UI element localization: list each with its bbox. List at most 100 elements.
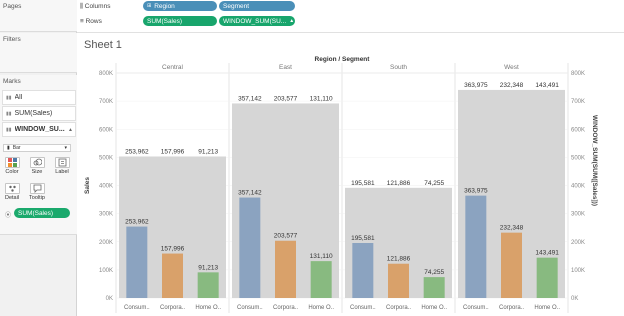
plus-icon: ⊞ xyxy=(147,3,152,9)
y-tick-left: 400K xyxy=(99,184,113,190)
size-tile[interactable]: Size xyxy=(26,157,48,177)
x-tick-label: Consum.. xyxy=(350,305,376,311)
marks-row-label: WINDOW_SU... xyxy=(14,126,65,133)
color-tile[interactable]: Color xyxy=(1,157,23,177)
mark-type-label: Bar xyxy=(12,145,21,151)
sales-data-label: 195,581 xyxy=(351,235,375,242)
pill-label: Segment xyxy=(223,2,250,10)
detail-icon xyxy=(4,183,20,194)
sales-data-label: 253,962 xyxy=(125,219,149,226)
sales-bar xyxy=(388,263,409,298)
color-encoding-icon: ⦿ xyxy=(5,213,12,219)
filters-card[interactable]: Filters xyxy=(0,33,77,73)
size-icon xyxy=(29,157,45,168)
window-sum-label: 253,962 xyxy=(125,148,149,155)
filters-card-title: Filters xyxy=(3,36,21,43)
y-tick-left: 800K xyxy=(99,71,113,77)
y-tick-left: 300K xyxy=(99,212,113,218)
detail-tile[interactable]: Detail xyxy=(1,183,23,203)
x-tick-label: Corpora.. xyxy=(273,305,298,311)
sales-data-label: 232,348 xyxy=(500,225,524,232)
chevron-down-icon: ▾ xyxy=(64,145,67,151)
tile-label: Detail xyxy=(4,195,20,201)
sales-bar xyxy=(275,240,296,298)
tile-label: Label xyxy=(55,169,69,175)
columns-pill-region[interactable]: ⊞ Region xyxy=(143,1,217,11)
sales-bar xyxy=(352,242,374,298)
marks-row-label: All xyxy=(14,94,23,101)
sales-data-label: 91,213 xyxy=(198,264,218,271)
marks-row-all[interactable]: ▮▮ All xyxy=(2,90,76,105)
label-tile[interactable]: Label xyxy=(51,157,73,177)
y-axis-title-right: WINDOW_SUM(SUM([Sales])) xyxy=(591,115,598,206)
color-pill-sum-sales[interactable]: SUM(Sales) xyxy=(14,208,70,218)
sales-data-label: 203,577 xyxy=(274,233,298,240)
marks-row-sum-sales[interactable]: ▮▮ SUM(Sales) xyxy=(2,106,76,121)
tile-label: Tooltip xyxy=(29,195,45,201)
x-tick-label: Home O.. xyxy=(534,305,560,311)
window-sum-label: 195,581 xyxy=(351,180,375,187)
y-tick-right: 700K xyxy=(571,99,585,105)
sales-data-label: 121,886 xyxy=(387,256,411,263)
bar-mark-icon: ▮ xyxy=(7,145,10,151)
y-tick-right: 300K xyxy=(571,212,585,218)
bar-chart-icon: ▮▮ xyxy=(6,126,12,133)
columns-label-text: Columns xyxy=(84,3,111,10)
y-tick-right: 100K xyxy=(571,268,585,274)
y-tick-left: 500K xyxy=(99,155,113,161)
columns-pill-segment[interactable]: Segment xyxy=(219,1,295,11)
sales-data-label: 157,996 xyxy=(161,246,185,253)
region-header: South xyxy=(390,64,407,71)
x-tick-label: Home O.. xyxy=(308,305,334,311)
triangle-icon: ▲ xyxy=(68,126,73,133)
rows-label-text: Rows xyxy=(85,18,102,25)
y-tick-right: 200K xyxy=(571,240,585,246)
sales-bar xyxy=(162,253,183,298)
rows-shelf-label: ≡ Rows xyxy=(80,18,102,25)
tooltip-icon xyxy=(29,183,45,194)
pill-label: SUM(Sales) xyxy=(147,17,183,25)
x-tick-label: Corpora.. xyxy=(386,305,411,311)
color-palette-icon xyxy=(4,157,20,168)
sales-bar xyxy=(126,226,148,298)
x-tick-label: Home O.. xyxy=(195,305,221,311)
y-tick-right: 800K xyxy=(571,71,585,77)
bar-chart-icon: ▮▮ xyxy=(6,110,12,117)
pages-card-title: Pages xyxy=(3,3,22,10)
y-tick-left: 700K xyxy=(99,99,113,105)
y-tick-right: 600K xyxy=(571,127,585,133)
window-sum-label: 232,348 xyxy=(500,82,524,89)
x-tick-label: Corpora.. xyxy=(499,305,524,311)
rows-pill-sum-sales[interactable]: SUM(Sales) xyxy=(143,16,217,26)
mark-type-dropdown[interactable]: ▮ Bar ▾ xyxy=(3,144,71,152)
tile-label: Color xyxy=(5,169,19,175)
y-tick-left: 0K xyxy=(106,296,113,302)
pages-card[interactable]: Pages xyxy=(0,0,77,32)
marks-row-label: SUM(Sales) xyxy=(14,110,53,117)
columns-shelf-label: ⫼ Columns xyxy=(80,3,110,11)
region-header: Central xyxy=(162,64,184,71)
sales-data-label: 363,975 xyxy=(464,188,488,195)
tile-label: Size xyxy=(31,169,43,175)
sales-bar xyxy=(310,261,332,298)
region-header: East xyxy=(279,64,292,71)
window-sum-label: 363,975 xyxy=(464,82,488,89)
window-sum-label: 143,491 xyxy=(535,82,559,89)
rows-pill-window-sum[interactable]: WINDOW_SUM(SU... ▲ xyxy=(219,16,295,26)
tooltip-tile[interactable]: Tooltip xyxy=(26,183,48,203)
sales-bar xyxy=(239,197,261,298)
sales-data-label: 357,142 xyxy=(238,190,262,197)
sales-chart[interactable]: Region / Segment Central East South West 0K 0K… xyxy=(77,33,624,316)
triangle-icon: ▲ xyxy=(289,18,295,24)
y-tick-left: 600K xyxy=(99,127,113,133)
window-sum-label: 157,996 xyxy=(161,148,185,155)
window-sum-label: 74,255 xyxy=(424,180,444,187)
sales-bar xyxy=(197,272,219,298)
y-axis-title-left: Sales xyxy=(84,177,91,194)
marks-row-window-sum[interactable]: ▮▮ WINDOW_SU... ▲ xyxy=(2,122,76,137)
side-panel: Pages Filters Marks ▮▮ All ▮▮ SUM(Sales)… xyxy=(0,0,77,316)
x-tick-label: Consum.. xyxy=(237,305,263,311)
sales-bar xyxy=(536,257,558,298)
window-sum-label: 357,142 xyxy=(238,95,262,102)
region-header: West xyxy=(504,64,519,71)
